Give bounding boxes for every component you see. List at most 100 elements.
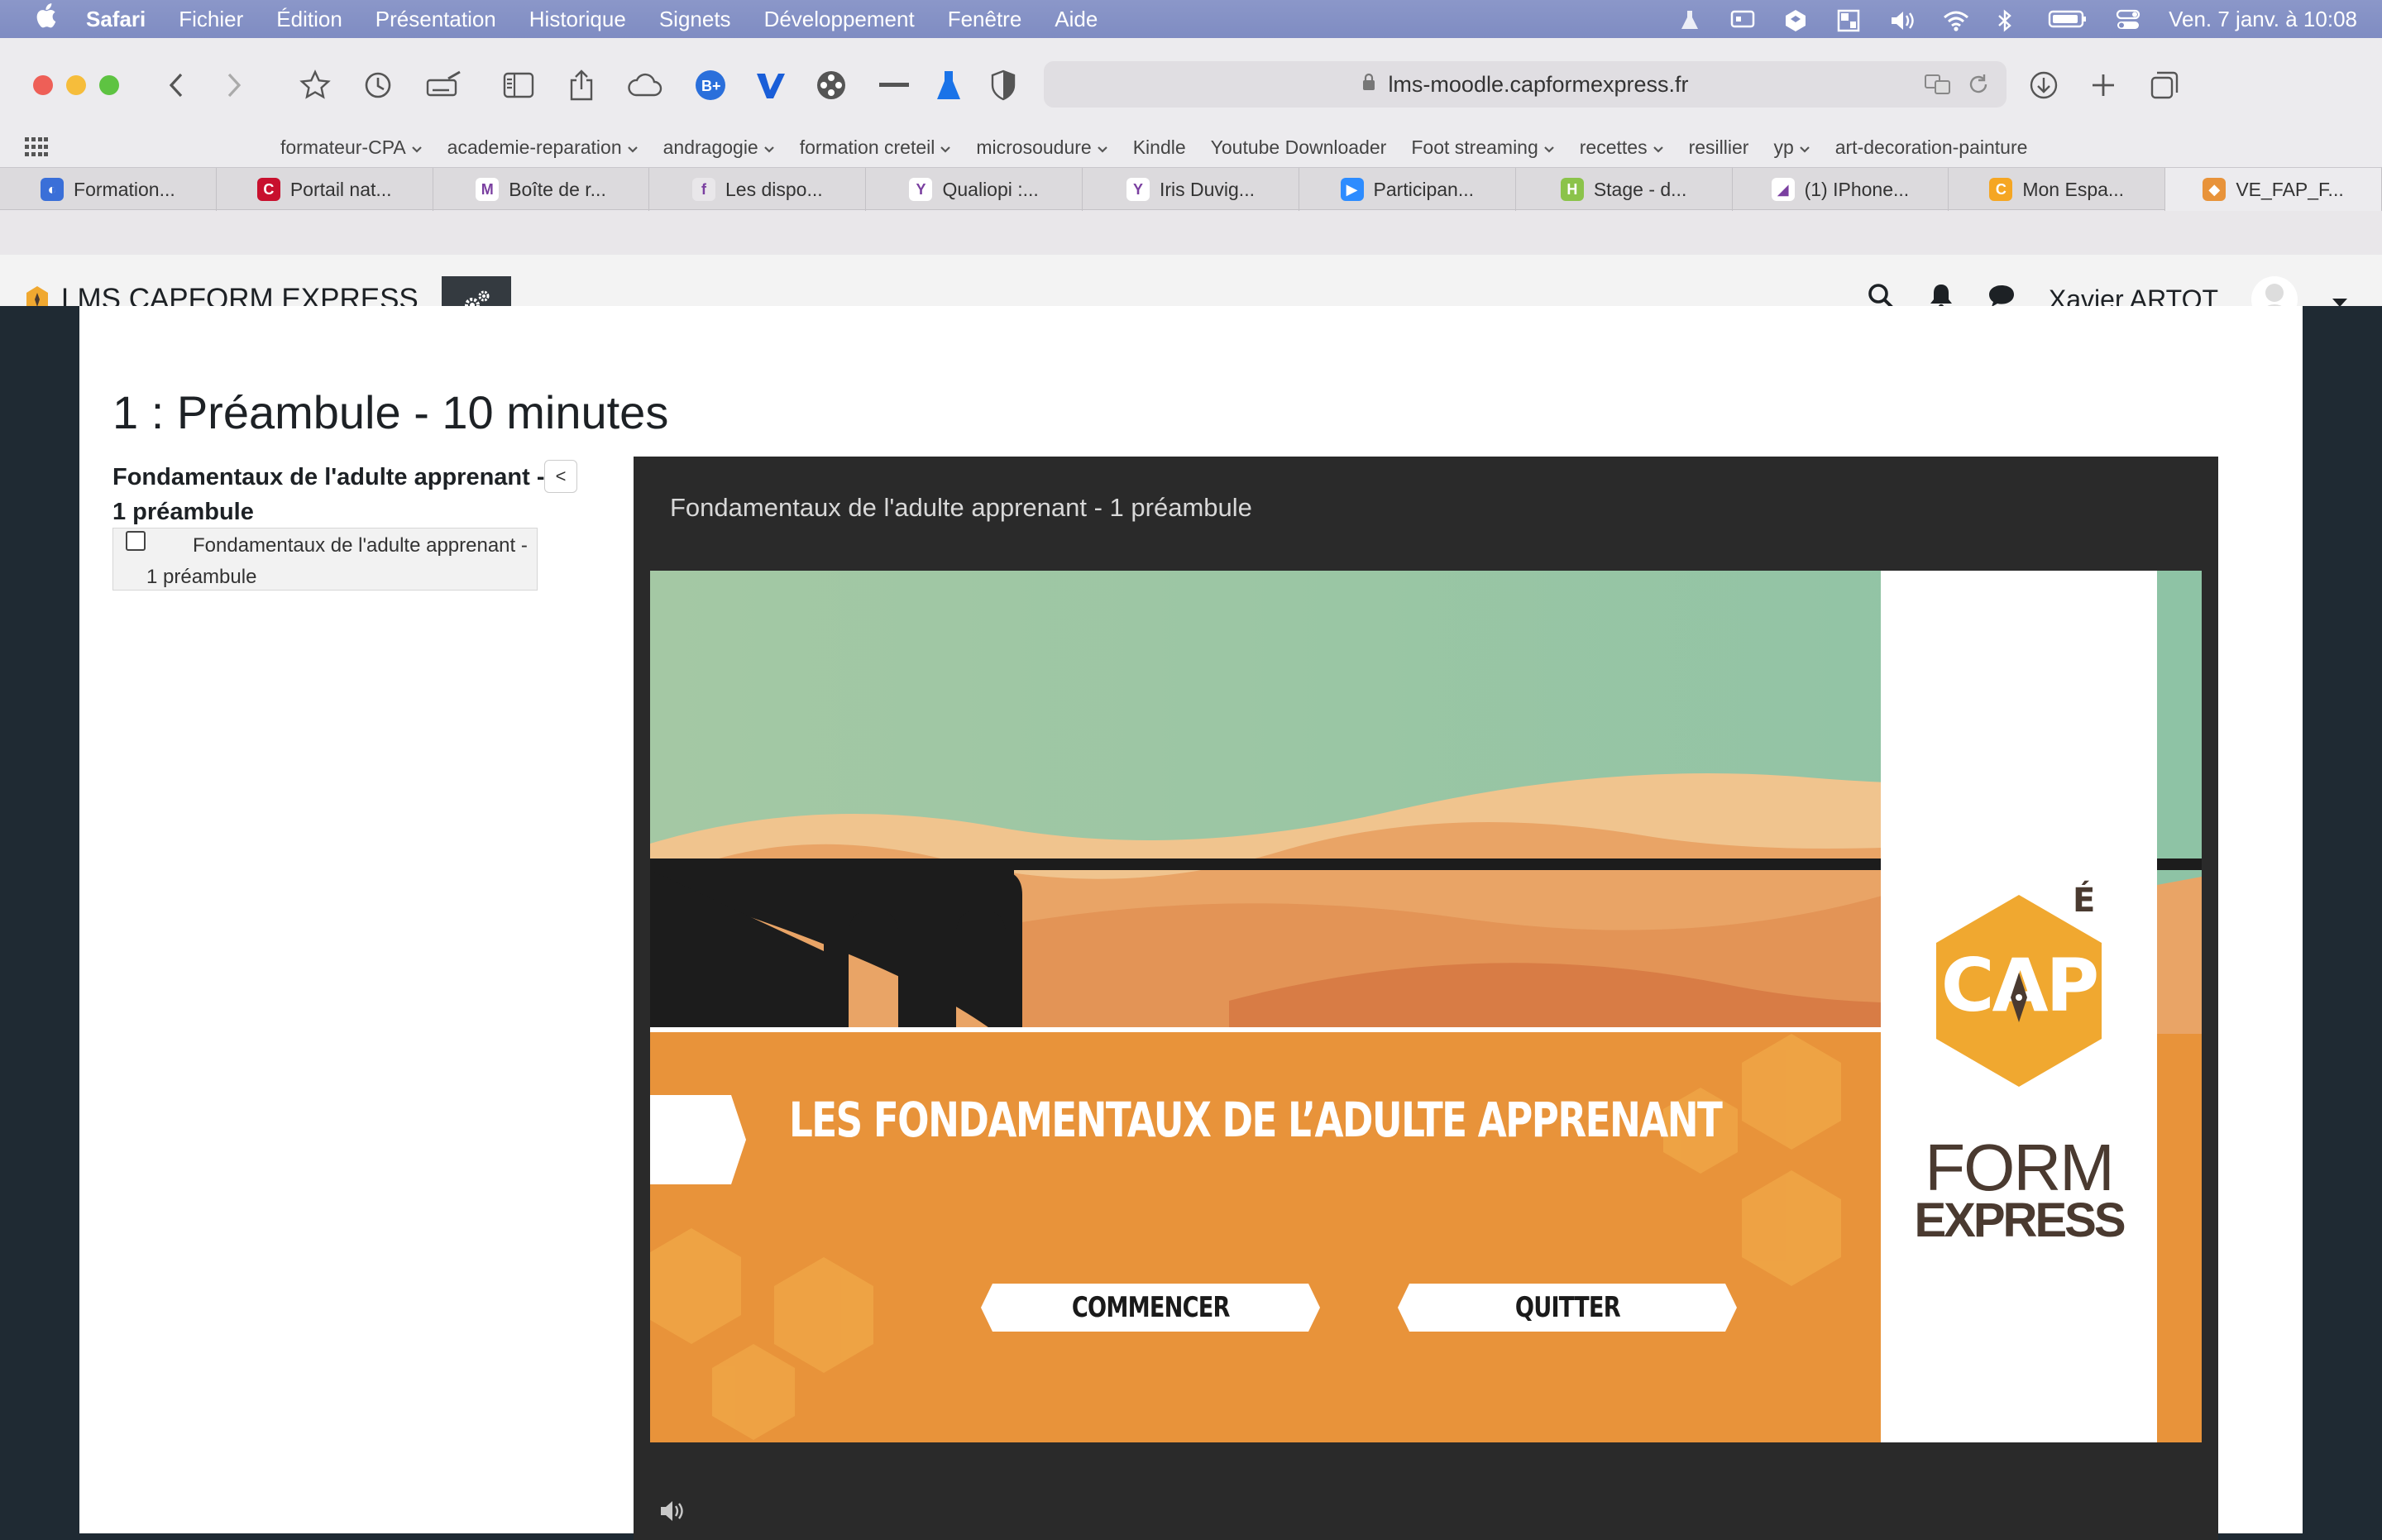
menu-bar-status-area: Ven. 7 janv. à 10:08	[1677, 0, 2357, 38]
cube-app-icon[interactable]	[1783, 8, 1808, 31]
sidebar-icon[interactable]	[500, 66, 538, 104]
control-center-icon[interactable]	[2116, 8, 2140, 30]
new-tab-icon[interactable]	[2084, 66, 2122, 104]
menu-developpement[interactable]: Développement	[748, 7, 931, 32]
tab-label: (1) IPhone...	[1804, 178, 1910, 200]
tab-label: Portail nat...	[289, 178, 392, 200]
favorite-item[interactable]: academie-reparation	[435, 136, 651, 159]
browser-tab[interactable]: C Mon Espa...	[1949, 168, 2166, 211]
slide-banner-title: LES FONDAMENTAUX DE L’ADULTE APPRENANT	[789, 1092, 1723, 1148]
wifi-icon[interactable]	[1942, 8, 1969, 31]
reload-icon[interactable]	[1967, 73, 1990, 102]
address-bar[interactable]: lms-moodle.capformexpress.fr	[1044, 61, 2007, 108]
audio-volume-icon[interactable]	[658, 1499, 688, 1530]
browser-tab[interactable]: ◆ VE_FAP_F...	[2165, 168, 2382, 211]
cloud-icon[interactable]	[625, 66, 663, 104]
menu-signets[interactable]: Signets	[643, 7, 748, 32]
course-slide: É CAP FORM EXPRESS LES FONDAMENTAUX DE L…	[650, 571, 2202, 1442]
keyboard-edit-icon[interactable]	[425, 66, 463, 104]
v-extension-icon[interactable]	[751, 66, 789, 104]
browser-tab[interactable]: ◐ Formation...	[0, 168, 217, 211]
browser-tab[interactable]: ◢ (1) IPhone...	[1733, 168, 1949, 211]
tab-favicon-icon: ▶	[1340, 178, 1364, 201]
scorm-player: Fondamentaux de l'adulte apprenant - 1 p…	[634, 457, 2218, 1540]
address-bar-actions	[1924, 73, 1990, 102]
favorite-item[interactable]: Foot streaming	[1399, 136, 1566, 159]
menu-fenetre[interactable]: Fenêtre	[931, 7, 1039, 32]
browser-tab[interactable]: H Stage - d...	[1516, 168, 1733, 211]
shield-icon[interactable]	[984, 66, 1022, 104]
browser-tab[interactable]: f Les dispo...	[649, 168, 867, 211]
apps-grid-icon[interactable]	[25, 137, 48, 157]
menu-presentation[interactable]: Présentation	[359, 7, 513, 32]
toc-title: Fondamentaux de l'adulte apprenant - 1 p…	[112, 464, 545, 525]
collapse-toc-button[interactable]: <	[544, 460, 577, 493]
tab-favicon-icon: Y	[1126, 178, 1150, 201]
macos-menu-bar: Safari Fichier Édition Présentation Hist…	[0, 0, 2382, 38]
favorite-item[interactable]: formation creteil	[787, 136, 964, 159]
favorite-item[interactable]: art-decoration-painture	[1823, 136, 2040, 159]
chevron-down-icon	[1653, 143, 1664, 157]
flask-extension-icon[interactable]	[930, 66, 968, 104]
favorite-item[interactable]: Youtube Downloader	[1198, 136, 1399, 159]
chevron-down-icon	[1097, 143, 1108, 157]
dots-extension-icon[interactable]	[812, 66, 850, 104]
browser-tab[interactable]: Y Qualiopi :...	[866, 168, 1083, 211]
favorite-item[interactable]: formateur-CPA	[268, 136, 435, 159]
tab-favicon-icon: H	[1560, 178, 1584, 201]
safari-toolbar: B+ lms-moodle.capformexpress.fr	[0, 38, 2382, 127]
toc-item[interactable]: Fondamentaux de l'adulte apprenant - 1 p…	[112, 528, 538, 591]
history-icon[interactable]	[359, 66, 397, 104]
flask-icon[interactable]	[1677, 8, 1702, 30]
tab-label: Les dispo...	[725, 178, 823, 200]
favorite-item[interactable]: microsoudure	[964, 136, 1120, 159]
browser-tab[interactable]: ▶ Participan...	[1299, 168, 1516, 211]
bluetooth-icon[interactable]	[1995, 8, 2020, 32]
volume-icon[interactable]	[1889, 8, 1914, 30]
close-window-button[interactable]	[33, 75, 53, 95]
quit-button[interactable]: QUITTER	[1398, 1284, 1737, 1332]
bplus-extension-icon[interactable]: B+	[691, 66, 729, 104]
share-icon[interactable]	[562, 66, 600, 104]
browser-tab[interactable]: C Portail nat...	[217, 168, 433, 211]
tab-label: Boîte de r...	[509, 178, 606, 200]
grid-window-icon[interactable]	[1836, 8, 1861, 32]
page-title: 1 : Préambule - 10 minutes	[112, 386, 669, 438]
downloads-icon[interactable]	[2025, 66, 2063, 104]
favorite-item[interactable]: resillier	[1676, 136, 1762, 159]
favorite-label: formateur-CPA	[280, 136, 406, 158]
chevron-down-icon	[763, 143, 775, 157]
battery-icon[interactable]	[2048, 8, 2088, 30]
menu-safari[interactable]: Safari	[69, 7, 162, 32]
minimize-window-button[interactable]	[66, 75, 86, 95]
favorite-item[interactable]: Kindle	[1121, 136, 1198, 159]
favorite-item[interactable]: yp	[1761, 136, 1822, 159]
menu-fichier[interactable]: Fichier	[162, 7, 260, 32]
zoom-window-button[interactable]	[99, 75, 119, 95]
menu-bar-clock[interactable]: Ven. 7 janv. à 10:08	[2169, 7, 2357, 32]
menu-aide[interactable]: Aide	[1038, 7, 1114, 32]
apple-menu-icon[interactable]	[22, 3, 69, 35]
forward-icon[interactable]	[215, 66, 253, 104]
tab-favicon-icon: M	[476, 178, 500, 201]
menu-edition[interactable]: Édition	[260, 7, 359, 32]
favorite-label: resillier	[1688, 136, 1749, 158]
browser-tab[interactable]: M Boîte de r...	[433, 168, 650, 211]
favorite-item[interactable]: recettes	[1567, 136, 1676, 159]
translate-icon[interactable]	[1924, 73, 1952, 102]
chevron-down-icon	[940, 143, 951, 157]
browser-tab[interactable]: Y Iris Duvig...	[1083, 168, 1299, 211]
chevron-down-icon	[1543, 143, 1555, 157]
tab-label: Stage - d...	[1593, 178, 1687, 200]
menu-historique[interactable]: Historique	[513, 7, 643, 32]
star-icon[interactable]	[296, 66, 334, 104]
back-icon[interactable]	[157, 66, 195, 104]
favorite-item[interactable]: andragogie	[651, 136, 787, 159]
minus-extension-icon[interactable]	[875, 66, 913, 104]
favorite-label: formation creteil	[799, 136, 935, 158]
tab-overview-icon[interactable]	[2145, 66, 2184, 104]
start-button[interactable]: COMMENCER	[981, 1284, 1320, 1332]
keyboard-display-icon[interactable]	[1730, 8, 1755, 30]
tab-favicon-icon: f	[692, 178, 716, 201]
toc-item-checkbox[interactable]	[126, 531, 146, 551]
